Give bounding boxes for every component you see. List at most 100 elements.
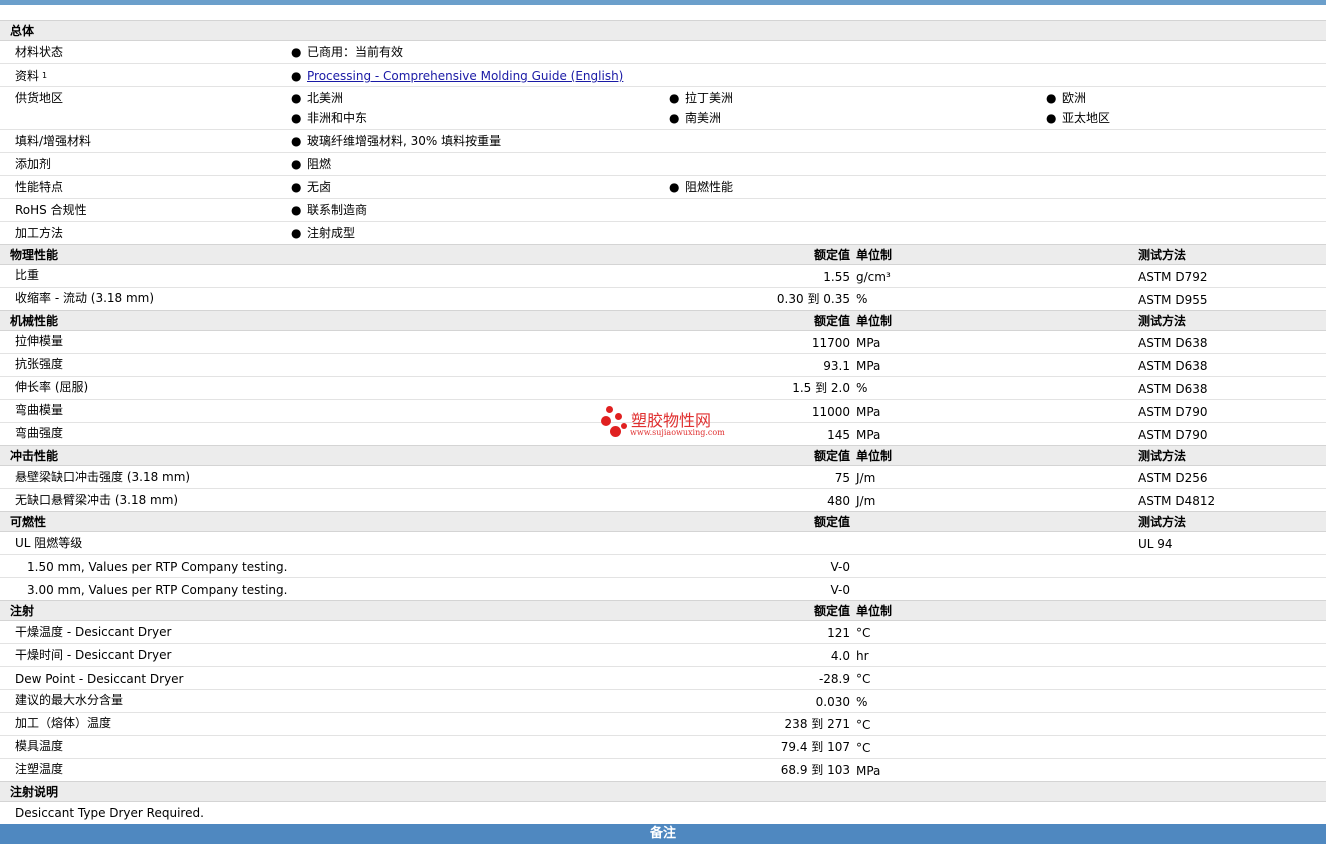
row-unit: MPa [856,336,881,350]
table-row: 注塑温度 68.9 到 103 MPa [0,759,1326,782]
row-processing-method: 加工方法 ● 注射成型 [0,222,1326,245]
row-value: 4.0 [830,649,850,663]
logo-dot [621,423,627,429]
row-label: 供货地区 [15,91,64,105]
row-label: 材料状态 [15,45,64,59]
rohs-value: 联系制造商 [307,203,368,217]
logo-dot [606,406,613,413]
row-value: 68.9 到 103 [780,763,850,777]
row-unit: J/m [856,494,876,508]
logo-dot [615,413,622,420]
row-label: 干燥温度 - Desiccant Dryer [15,625,172,639]
literature-label: 资料 [15,69,40,83]
table-row: 抗张强度 93.1 MPa ASTM D638 [0,354,1326,377]
bullet-icon: ● [291,69,302,83]
table-row: 建议的最大水分含量 0.030 % [0,690,1326,713]
row-label: 抗张强度 [15,357,64,371]
row-test: UL 94 [1138,537,1173,551]
row-availability: 供货地区 ● 北美洲 ● 拉丁美洲 ● 欧洲 ● 非洲和中东 ● 南美洲 ● 亚… [0,87,1326,130]
col-header-test: 测试方法 [1138,449,1187,463]
row-label: 填料/增强材料 [15,134,92,148]
table-row: 干燥时间 - Desiccant Dryer 4.0 hr [0,644,1326,667]
region-item: 南美洲 [685,111,722,125]
section-header-general: 总体 [0,20,1326,41]
section-header-impact: 冲击性能 额定值 单位制 测试方法 [0,445,1326,466]
row-label: 加工方法 [15,226,64,240]
row-value: 11000 [811,405,850,419]
bullet-icon: ● [291,134,302,148]
row-unit: % [856,695,868,709]
row-label: 3.00 mm, Values per RTP Company testing. [27,583,288,597]
col-header-unit: 单位制 [856,604,893,618]
table-row: 3.00 mm, Values per RTP Company testing.… [0,578,1326,601]
row-value: 11700 [811,336,850,350]
row-label: Dew Point - Desiccant Dryer [15,672,184,686]
table-row: 悬壁梁缺口冲击强度 (3.18 mm) 75 J/m ASTM D256 [0,466,1326,489]
bullet-icon: ● [291,111,302,125]
region-item: 非洲和中东 [307,111,368,125]
filler-value: 玻璃纤维增强材料, 30% 填料按重量 [307,134,502,148]
row-test: ASTM D955 [1138,293,1208,307]
table-row: 无缺口悬臂梁冲击 (3.18 mm) 480 J/m ASTM D4812 [0,489,1326,512]
bullet-icon: ● [291,226,302,240]
region-item: 亚太地区 [1062,111,1111,125]
row-value: 121 [827,626,850,640]
row-value: -28.9 [818,672,850,686]
bullet-icon: ● [669,111,680,125]
col-header-test: 测试方法 [1138,314,1187,328]
row-label: 加工（熔体）温度 [15,716,112,730]
table-row: 模具温度 79.4 到 107 °C [0,736,1326,759]
region-item: 北美洲 [307,91,344,105]
row-label: 悬壁梁缺口冲击强度 (3.18 mm) [15,470,191,484]
logo-dot [601,416,611,426]
row-unit: MPa [856,359,881,373]
bullet-icon: ● [669,91,680,105]
literature-link[interactable]: Processing - Comprehensive Molding Guide… [307,69,623,83]
row-value: 75 [834,471,850,485]
table-row: 收缩率 - 流动 (3.18 mm) 0.30 到 0.35 % ASTM D9… [0,288,1326,311]
col-header-nominal: 额定值 [813,314,850,328]
row-filler: 填料/增强材料 ● 玻璃纤维增强材料, 30% 填料按重量 [0,130,1326,153]
row-features: 性能特点 ● 无卤 ● 阻燃性能 [0,176,1326,199]
row-unit: MPa [856,405,881,419]
row-test: ASTM D792 [1138,270,1208,284]
row-unit: °C [856,626,871,640]
row-label: 比重 [15,268,40,282]
table-row: 伸长率 (屈服) 1.5 到 2.0 % ASTM D638 [0,377,1326,400]
row-label: 干燥时间 - Desiccant Dryer [15,648,172,662]
section-title: 总体 [10,24,35,38]
row-label: 弯曲模量 [15,403,64,417]
row-label: 收缩率 - 流动 (3.18 mm) [15,291,155,305]
row-label: 拉伸模量 [15,334,64,348]
table-row: 干燥温度 - Desiccant Dryer 121 °C [0,621,1326,644]
row-label: 无缺口悬臂梁冲击 (3.18 mm) [15,493,179,507]
injection-notes-row: Desiccant Type Dryer Required. [0,802,1326,824]
row-unit: % [856,381,868,395]
bullet-icon: ● [291,180,302,194]
row-unit: °C [856,672,871,686]
bullet-icon: ● [1046,91,1057,105]
row-unit: MPa [856,764,881,778]
table-row: 拉伸模量 11700 MPa ASTM D638 [0,331,1326,354]
row-material-status: 材料状态 ● 已商用：当前有效 [0,41,1326,64]
col-header-nominal: 额定值 [813,248,850,262]
feature-item: 无卤 [307,180,332,194]
footnote-marker: 1 [42,71,48,80]
notes-header-bar: 备注 [0,824,1326,844]
col-header-unit: 单位制 [856,248,893,262]
row-value: 0.30 到 0.35 [776,292,850,306]
region-item: 拉丁美洲 [685,91,734,105]
table-row: Dew Point - Desiccant Dryer -28.9 °C [0,667,1326,690]
row-additive: 添加剂 ● 阻燃 [0,153,1326,176]
row-label: 1.50 mm, Values per RTP Company testing. [27,560,288,574]
row-unit: hr [856,649,869,663]
row-label: 性能特点 [15,180,64,194]
row-unit: % [856,292,868,306]
col-header-nominal: 额定值 [813,515,850,529]
row-literature: 资料 1 ● Processing - Comprehensive Molding… [0,64,1326,87]
row-value: 480 [827,494,850,508]
row-value: 79.4 到 107 [780,740,850,754]
watermark-logo: 塑胶物性网 www.sujiaowuxing.com [600,404,730,440]
bullet-icon: ● [669,180,680,194]
row-unit: J/m [856,471,876,485]
